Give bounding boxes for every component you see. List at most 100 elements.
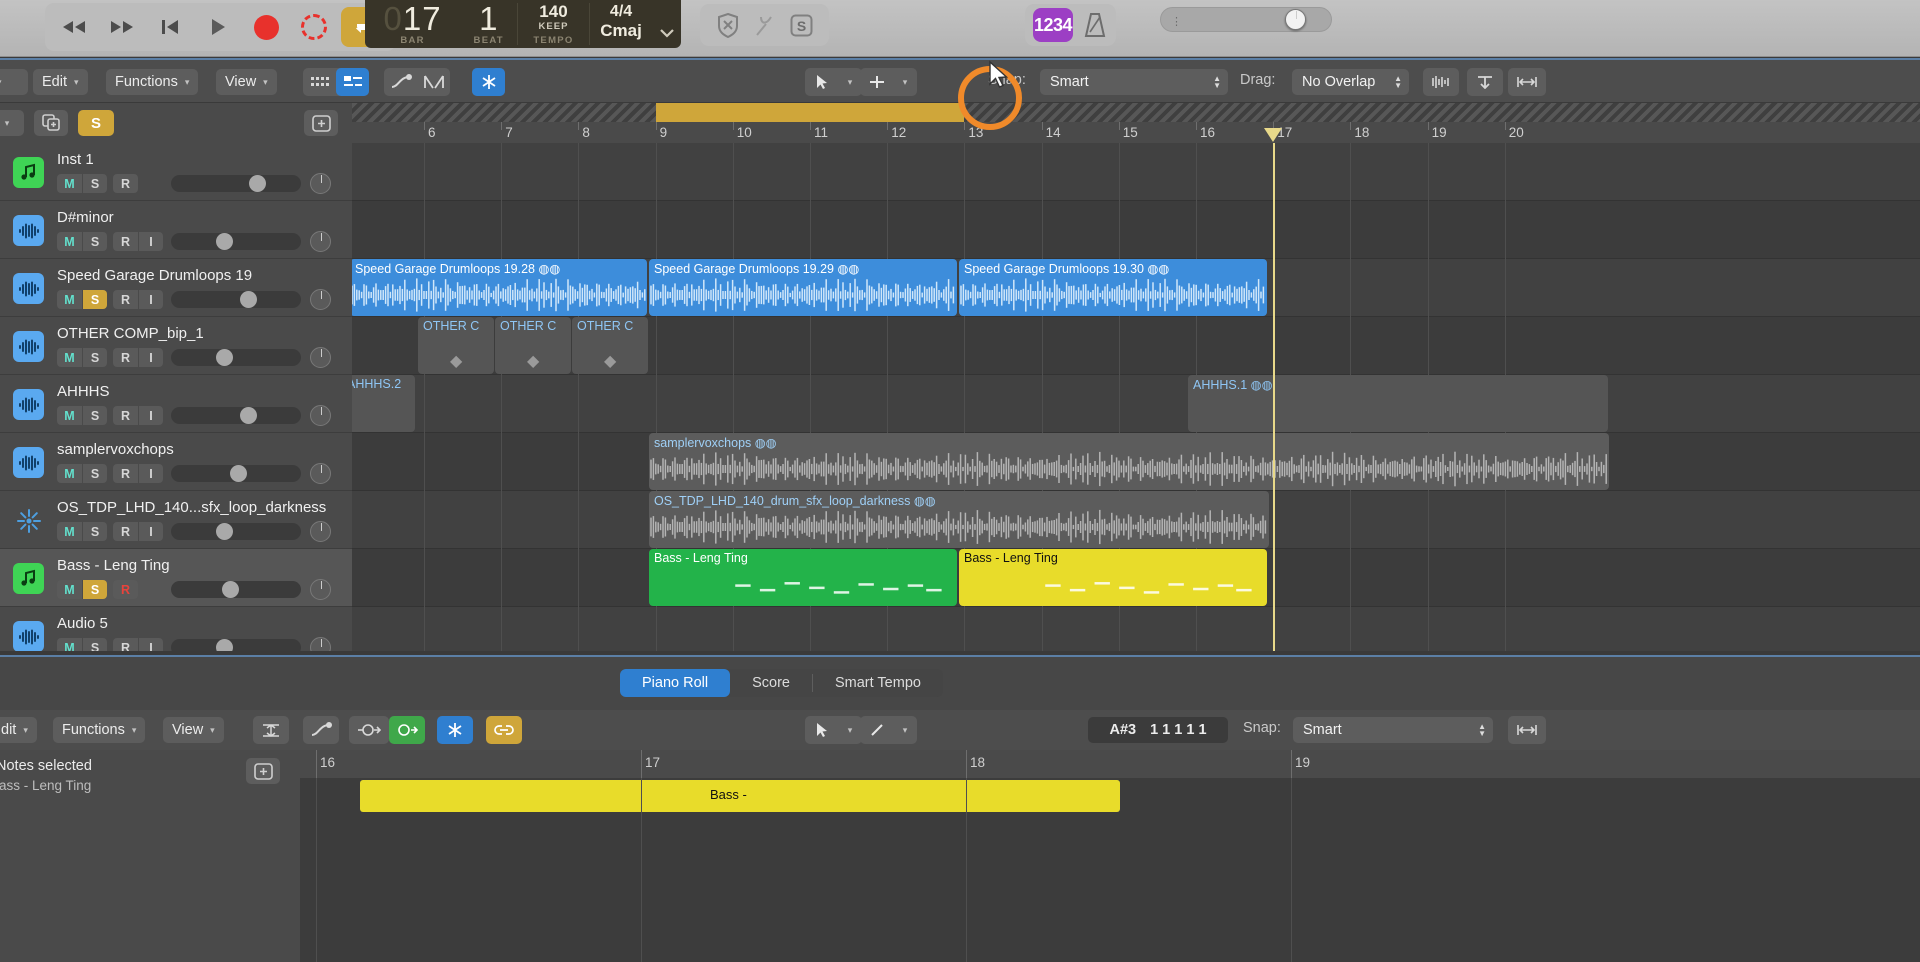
volume-knob[interactable] <box>239 407 257 424</box>
shield-x-icon[interactable] <box>714 12 741 39</box>
track-input-button[interactable]: I <box>138 348 163 367</box>
pointer-tool-icon[interactable] <box>805 68 838 96</box>
track-mute-button[interactable]: M <box>57 580 82 599</box>
automation-curve-button[interactable] <box>303 716 339 744</box>
solo-s-icon[interactable]: S <box>788 12 815 39</box>
flex-time-icon[interactable] <box>417 68 450 96</box>
flex-pitch-icon[interactable] <box>472 68 505 96</box>
go-to-beginning-button[interactable] <box>149 7 191 47</box>
track-pan-knob[interactable] <box>310 173 331 194</box>
track-collapse-button[interactable]: ▾ <box>0 110 24 136</box>
volume-knob[interactable] <box>216 349 234 366</box>
count-in-button[interactable]: 1234 <box>1033 8 1073 42</box>
track-mute-button[interactable]: M <box>57 290 82 309</box>
view-menu[interactable]: View ▾ <box>216 69 277 95</box>
track-input-button[interactable]: I <box>138 464 163 483</box>
track-pan-knob[interactable] <box>310 579 331 600</box>
midi-draw-button[interactable] <box>349 716 389 744</box>
volume-knob[interactable] <box>216 639 234 651</box>
global-solo-button[interactable]: S <box>78 110 114 136</box>
piano-roll-add-button[interactable] <box>246 758 280 784</box>
track-input-button[interactable]: I <box>138 232 163 251</box>
quantize-button[interactable] <box>253 716 289 744</box>
track-record-button[interactable]: R <box>113 464 138 483</box>
link-button[interactable] <box>486 716 522 744</box>
piano-roll-region[interactable]: Bass - <box>360 780 1120 812</box>
track-pan-knob[interactable] <box>310 637 331 651</box>
track-icon-inst[interactable] <box>13 563 44 594</box>
track-pan-knob[interactable] <box>310 289 331 310</box>
track-record-button[interactable]: R <box>113 174 138 193</box>
secondary-tool-chevron[interactable]: ▾ <box>893 68 917 96</box>
waveform-zoom-button[interactable] <box>1423 68 1459 96</box>
track-solo-button[interactable]: S <box>82 580 107 599</box>
pencil-tool-icon[interactable] <box>860 716 893 744</box>
track-icon-audio[interactable] <box>13 331 44 362</box>
track-record-button[interactable]: R <box>113 232 138 251</box>
playhead-handle[interactable] <box>1264 128 1283 142</box>
track-solo-button[interactable]: S <box>82 232 107 251</box>
track-header-7[interactable]: Bass - Leng Ting M S R <box>0 549 352 607</box>
region[interactable]: Bass - Leng Ting <box>649 549 957 606</box>
grid-view-icon[interactable] <box>303 68 336 96</box>
region[interactable]: OTHER C ◆ <box>572 317 648 374</box>
track-lane-4[interactable] <box>352 375 1920 433</box>
track-lane-1[interactable] <box>352 201 1920 259</box>
fit-zoom-button[interactable] <box>1508 68 1546 96</box>
track-pan-knob[interactable] <box>310 521 331 542</box>
rewind-button[interactable] <box>53 7 95 47</box>
region[interactable]: Bass - Leng Ting <box>959 549 1267 606</box>
volume-knob[interactable] <box>239 291 257 308</box>
automation-curve-icon[interactable] <box>384 68 417 96</box>
track-solo-button[interactable]: S <box>82 464 107 483</box>
track-icon-audio[interactable] <box>13 215 44 246</box>
timeline-ruler[interactable]: 6 7 8 9 10 11 12 13 14 15 16 17 18 19 20 <box>352 103 1920 143</box>
region[interactable]: OTHER C ◆ <box>495 317 571 374</box>
metronome-icon[interactable] <box>1081 12 1108 39</box>
functions-menu-bottom[interactable]: Functions ▾ <box>53 717 146 743</box>
track-volume-slider[interactable] <box>171 639 301 651</box>
pencil-tool-chevron[interactable]: ▾ <box>893 716 917 744</box>
track-mute-button[interactable]: M <box>57 406 82 425</box>
track-headers-list[interactable]: Inst 1 M S R D#minor M S R I Speed Garage Drumloo… <box>0 143 352 651</box>
region[interactable]: AHHHS.2 <box>352 375 415 432</box>
record-button[interactable] <box>245 7 287 47</box>
region[interactable]: AHHHS.1 ◍◍ <box>1188 375 1608 432</box>
track-record-button[interactable]: R <box>113 580 138 599</box>
forward-button[interactable] <box>101 7 143 47</box>
flex-pitch-button-bottom[interactable] <box>437 716 473 744</box>
tab-piano-roll[interactable]: Piano Roll <box>620 669 731 697</box>
list-view-icon[interactable] <box>336 68 369 96</box>
view-menu-bottom[interactable]: View ▾ <box>163 717 224 743</box>
piano-roll-grid[interactable]: 16 17 18 19 Bass - <box>300 750 1920 962</box>
track-header-3[interactable]: OTHER COMP_bip_1 M S R I <box>0 317 352 375</box>
arrange-area[interactable]: Speed Garage Drumloops 19.28 ◍◍ Speed Gar… <box>352 143 1920 651</box>
region[interactable]: Speed Garage Drumloops 19.29 ◍◍ <box>649 259 957 316</box>
track-mute-button[interactable]: M <box>57 348 82 367</box>
track-input-button[interactable]: I <box>138 522 163 541</box>
track-record-button[interactable]: R <box>113 406 138 425</box>
lcd-display[interactable]: 017 BAR 1 BEAT 140 KEEP TEMPO 4/4 Cmaj <box>365 0 681 48</box>
catch-playhead-button[interactable] <box>1467 68 1503 96</box>
track-lane-8[interactable] <box>352 607 1920 651</box>
track-input-button[interactable]: I <box>138 638 163 651</box>
playhead[interactable] <box>1273 143 1275 651</box>
edit-menu-bottom[interactable]: dit ▾ <box>0 717 37 743</box>
midi-out-button[interactable] <box>389 716 425 744</box>
region[interactable]: Speed Garage Drumloops 19.28 ◍◍ <box>352 259 647 316</box>
cycle-range[interactable] <box>655 103 965 122</box>
track-volume-slider[interactable] <box>171 233 301 250</box>
track-solo-button[interactable]: S <box>82 290 107 309</box>
track-icon-inst[interactable] <box>13 157 44 188</box>
track-header-0[interactable]: Inst 1MSR <box>0 143 352 201</box>
volume-knob[interactable] <box>216 523 234 540</box>
piano-roll-ruler[interactable]: 16 17 18 19 <box>300 750 1920 778</box>
track-header-2[interactable]: Speed Garage Drumloops 19 M S R I <box>0 259 352 317</box>
track-volume-slider[interactable] <box>171 291 301 308</box>
track-icon-sampler[interactable] <box>13 505 44 536</box>
track-header-6[interactable]: OS_TDP_LHD_140...sfx_loop_darkness M S R I <box>0 491 352 549</box>
track-volume-slider[interactable] <box>171 407 301 424</box>
play-button[interactable] <box>197 7 239 47</box>
track-volume-slider[interactable] <box>171 465 301 482</box>
track-record-button[interactable]: R <box>113 522 138 541</box>
